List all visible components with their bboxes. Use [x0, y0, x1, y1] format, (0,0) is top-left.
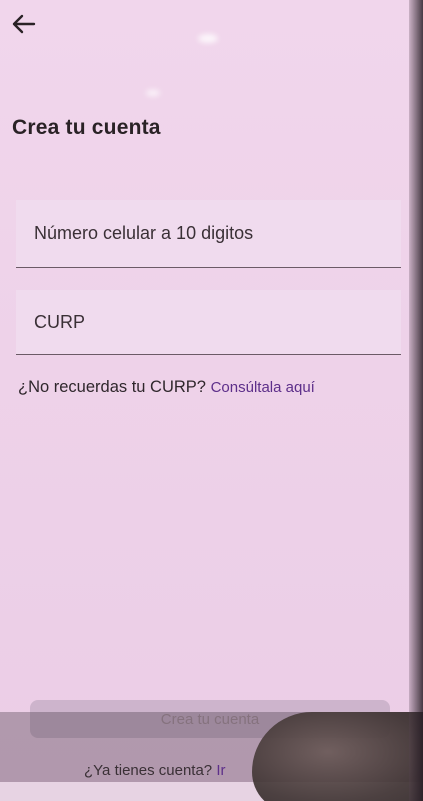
login-question: ¿Ya tienes cuenta?: [84, 762, 213, 779]
back-button[interactable]: [8, 12, 38, 40]
phone-field[interactable]: [16, 200, 401, 268]
finger-occlusion: [252, 712, 423, 801]
curp-help: ¿No recuerdas tu CURP? Consúltala aquí: [18, 378, 315, 397]
phone-input[interactable]: [34, 200, 384, 267]
curp-help-link[interactable]: Consúltala aquí: [211, 379, 315, 396]
arrow-left-icon: [10, 13, 36, 40]
device-bezel: [409, 0, 423, 801]
login-link[interactable]: Ir: [216, 762, 225, 779]
screen-glare: [146, 90, 160, 96]
app-screen: Crea tu cuenta ¿No recuerdas tu CURP? Co…: [0, 0, 423, 801]
curp-help-question: ¿No recuerdas tu CURP?: [18, 378, 206, 396]
page-title: Crea tu cuenta: [12, 116, 161, 139]
login-prompt: ¿Ya tienes cuenta? Ir: [84, 762, 225, 779]
screen-glare: [198, 34, 218, 43]
curp-field[interactable]: [16, 290, 401, 355]
curp-input[interactable]: [34, 290, 384, 354]
